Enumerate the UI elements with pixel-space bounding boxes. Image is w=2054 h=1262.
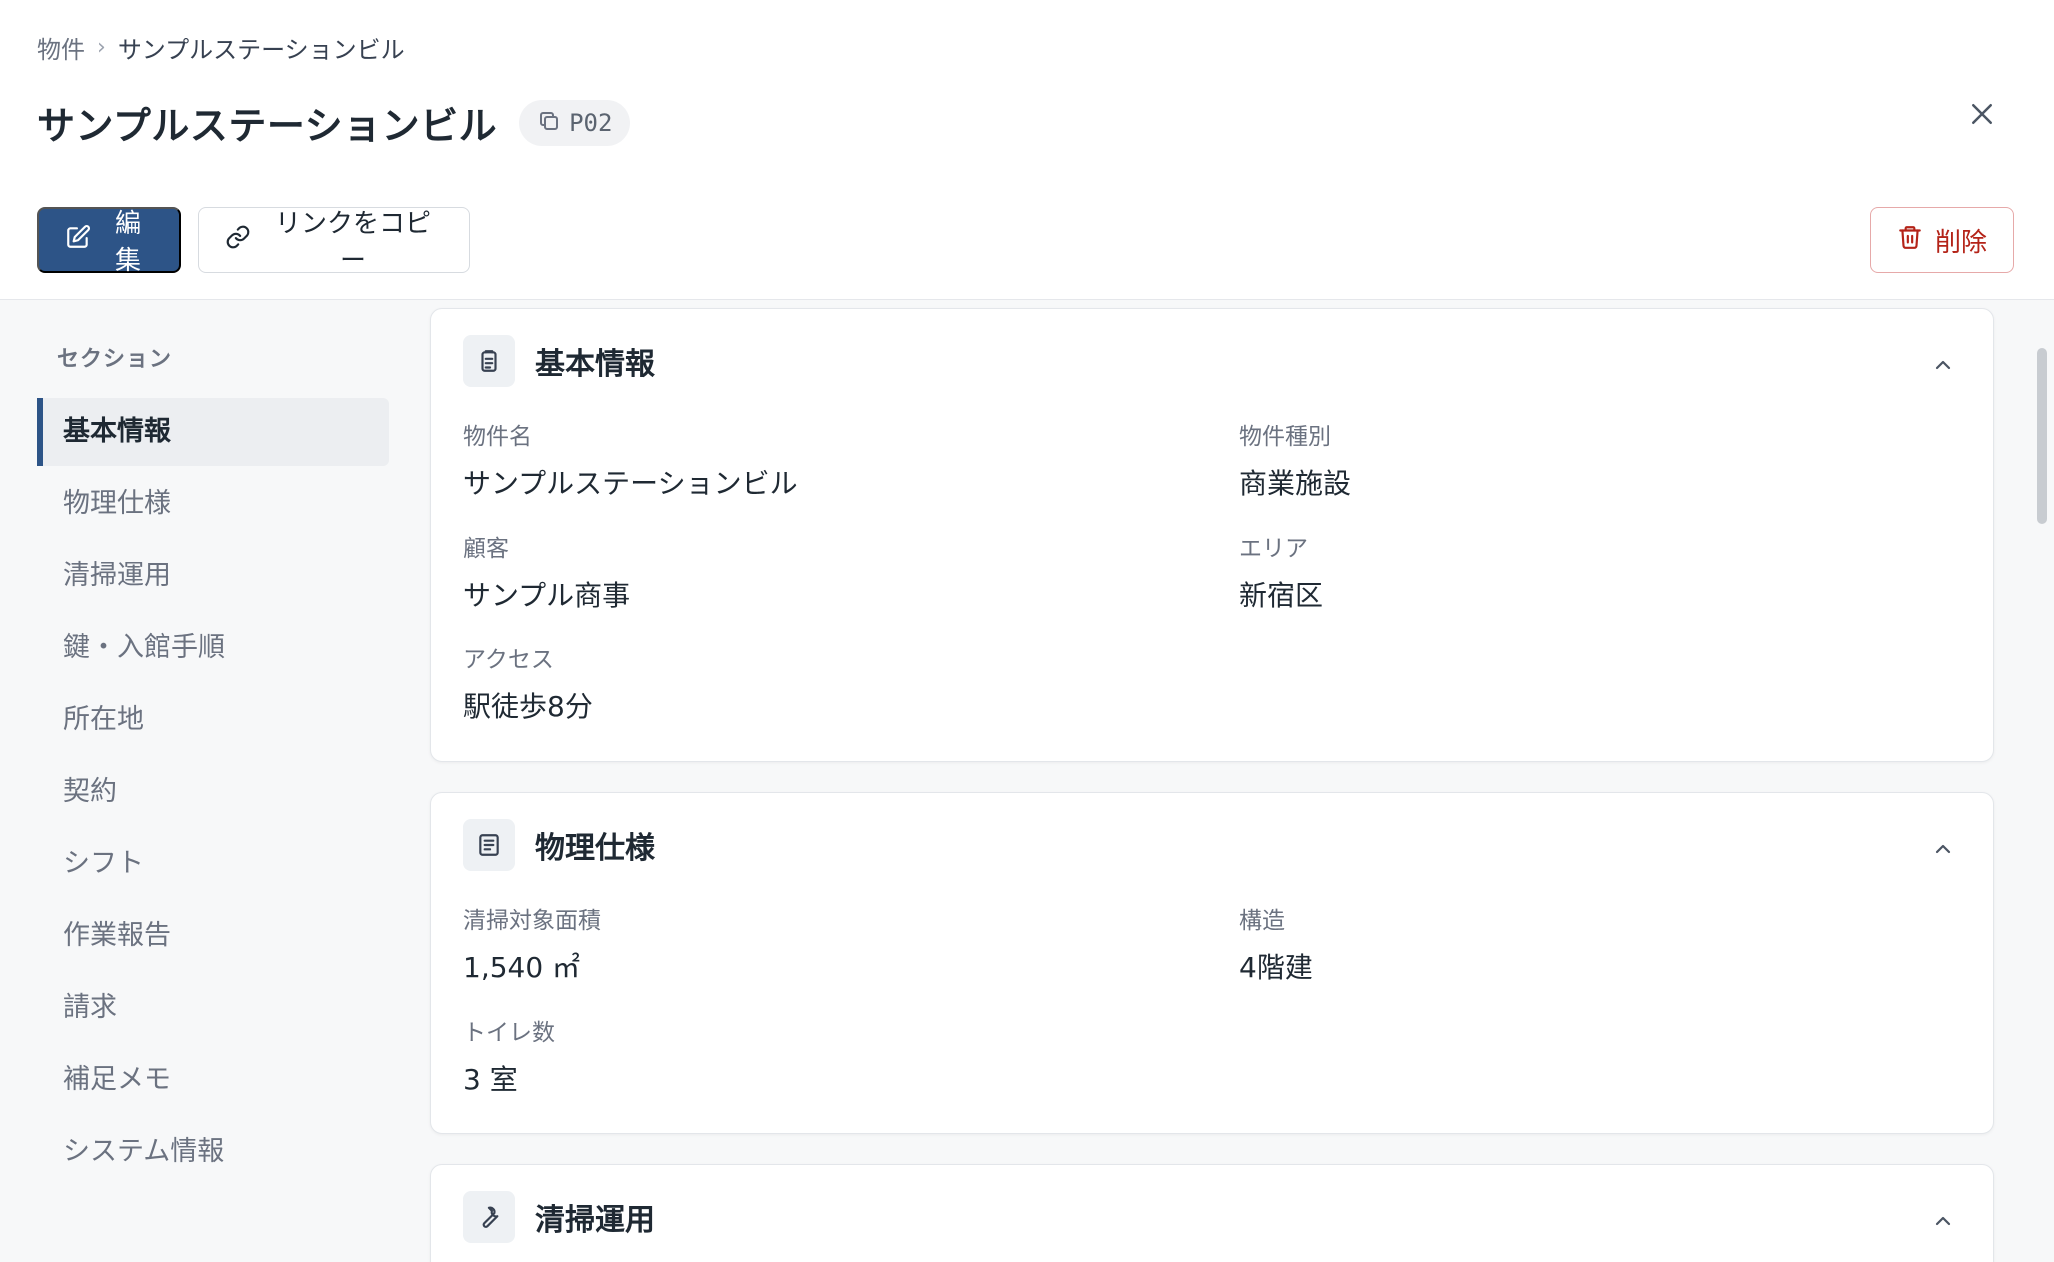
nav-item-physical-specs[interactable]: 物理仕様 <box>37 470 389 538</box>
wrench-icon <box>463 1191 515 1243</box>
copy-link-button-label: リンクをコピー <box>274 209 431 276</box>
nav-item-keys-entry[interactable]: 鍵・入館手順 <box>37 614 389 682</box>
basic-info-card: 基本情報 物件名 サンプルステーションビル 物件種別 商業施設 顧客 サンプル商… <box>430 308 1994 762</box>
copy-link-button[interactable]: リンクをコピー <box>198 207 470 276</box>
physical-specs-header[interactable]: 物理仕様 <box>463 819 655 871</box>
nav-item-notes[interactable]: 補足メモ <box>37 1046 389 1114</box>
field-cleaning-area: 清掃対象面積 1,540 ㎡ <box>463 905 601 987</box>
scrollbar-thumb[interactable] <box>2037 348 2047 524</box>
cleaning-ops-title: 清掃運用 <box>535 1203 655 1238</box>
field-value: 1,540 ㎡ <box>463 951 581 984</box>
physical-specs-card: 物理仕様 清掃対象面積 1,540 ㎡ 構造 4階建 トイレ数 3 室 <box>430 792 1994 1134</box>
property-code-badge[interactable]: P02 <box>519 99 631 146</box>
field-label: 物件種別 <box>1239 424 1331 450</box>
field-value: サンプル商事 <box>463 579 631 612</box>
field-label: トイレ数 <box>463 1020 555 1046</box>
page-title: サンプルステーションビル <box>37 104 498 148</box>
link-icon <box>225 224 251 257</box>
edit-button[interactable]: 編集 <box>37 207 181 276</box>
field-label: エリア <box>1239 536 1308 562</box>
delete-button[interactable]: 削除 <box>1870 207 2014 273</box>
field-customer: 顧客 サンプル商事 <box>463 533 630 615</box>
nav-item-cleaning-ops[interactable]: 清掃運用 <box>37 542 389 610</box>
field-label: 清掃対象面積 <box>463 908 601 934</box>
field-structure: 構造 4階建 <box>1239 905 1313 987</box>
copy-icon <box>537 109 561 137</box>
nav-item-contract[interactable]: 契約 <box>37 758 389 826</box>
field-property-type: 物件種別 商業施設 <box>1239 421 1351 503</box>
document-list-icon <box>463 819 515 871</box>
field-label: 物件名 <box>463 424 532 450</box>
physical-specs-title: 物理仕様 <box>535 831 655 866</box>
breadcrumb-current: サンプルステーションビル <box>117 36 405 64</box>
field-label: 構造 <box>1239 908 1285 934</box>
cleaning-ops-card: 清掃運用 <box>430 1164 1994 1262</box>
nav-item-system-info[interactable]: システム情報 <box>37 1118 389 1186</box>
toolbar: 編集 リンクをコピー <box>37 207 470 276</box>
field-value: 駅徒歩8分 <box>463 690 593 723</box>
basic-info-header[interactable]: 基本情報 <box>463 335 655 387</box>
breadcrumb-root[interactable]: 物件 <box>37 30 85 65</box>
property-code: P02 <box>569 108 613 137</box>
nav-item-work-report[interactable]: 作業報告 <box>37 902 389 970</box>
nav-item-location[interactable]: 所在地 <box>37 686 389 754</box>
field-access: アクセス 駅徒歩8分 <box>463 644 593 726</box>
field-value: 3 室 <box>463 1063 518 1096</box>
field-value: 4階建 <box>1239 951 1313 984</box>
trash-icon <box>1897 224 1923 257</box>
clipboard-icon <box>463 335 515 387</box>
close-button[interactable] <box>1962 96 2002 136</box>
nav-item-basic-info[interactable]: 基本情報 <box>37 398 389 466</box>
close-icon <box>1967 99 1997 133</box>
basic-info-title: 基本情報 <box>535 347 655 382</box>
nav-item-billing[interactable]: 請求 <box>37 974 389 1042</box>
field-label: 顧客 <box>463 536 509 562</box>
field-value: サンプルステーションビル <box>463 467 798 500</box>
title-row: サンプルステーションビル P02 <box>37 95 631 150</box>
breadcrumb-separator: › <box>97 35 106 60</box>
field-area: エリア 新宿区 <box>1239 533 1323 615</box>
field-value: 商業施設 <box>1239 467 1352 500</box>
cleaning-ops-header[interactable]: 清掃運用 <box>463 1191 655 1243</box>
edit-icon <box>65 224 91 257</box>
collapse-chevron-up-icon[interactable] <box>1931 353 1955 377</box>
field-property-name: 物件名 サンプルステーションビル <box>463 421 798 503</box>
delete-button-label: 削除 <box>1935 227 1988 258</box>
field-label: アクセス <box>463 647 554 673</box>
detail-header: 物件 › サンプルステーションビル サンプルステーションビル P02 編集 リン… <box>0 0 2054 300</box>
collapse-chevron-up-icon[interactable] <box>1931 1209 1955 1233</box>
section-nav-heading: セクション <box>57 347 173 372</box>
section-nav-list: 基本情報 物理仕様 清掃運用 鍵・入館手順 所在地 契約 シフト 作業報告 請求… <box>37 398 389 1186</box>
field-toilet-count: トイレ数 3 室 <box>463 1017 555 1099</box>
collapse-chevron-up-icon[interactable] <box>1931 837 1955 861</box>
field-value: 新宿区 <box>1239 579 1324 612</box>
nav-item-shift[interactable]: シフト <box>37 830 389 898</box>
edit-button-label: 編集 <box>114 209 141 276</box>
breadcrumb: 物件 › サンプルステーションビル <box>37 30 405 65</box>
section-nav: セクション 基本情報 物理仕様 清掃運用 鍵・入館手順 所在地 契約 シフト 作… <box>37 340 389 1190</box>
